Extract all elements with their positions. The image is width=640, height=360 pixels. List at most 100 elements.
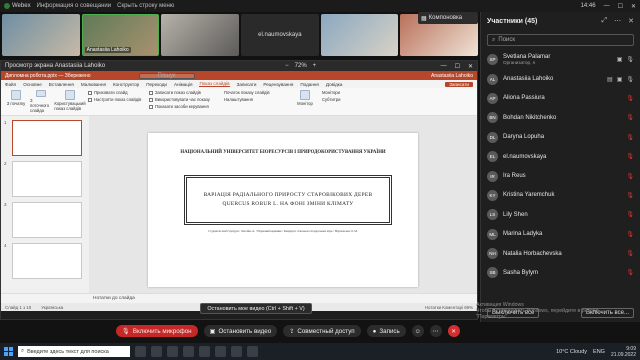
participant-row[interactable]: AL Anastasiia Lahoiko ▤ ▣ 🎙 [481,69,640,88]
slide-thumbnail[interactable]: 4 [4,243,86,279]
tab-review[interactable]: Рецензування [263,82,293,87]
weather-widget[interactable]: 10°C Cloudy [556,349,587,355]
slide-thumbnail[interactable]: 1 [4,120,86,156]
monitor-button[interactable]: Монітор [291,90,319,113]
participant-row[interactable]: IR Ira Reus 🎙 [481,166,640,185]
tab-draw[interactable]: Малювання [81,82,106,87]
participant-row[interactable]: DL Daryna Lopuha 🎙 [481,128,640,147]
participant-row[interactable]: EL el.naumovskaya 🎙 [481,147,640,166]
ribbon-label: Монітор [297,101,313,106]
participant-row[interactable]: AP Aliona Passiura 🎙 [481,89,640,108]
tab-file[interactable]: Файл [5,82,16,87]
more-options-icon[interactable]: ⋯ [614,17,621,25]
zoom-out-icon[interactable]: − [285,63,289,69]
share-maximize-icon[interactable]: ☐ [455,63,460,70]
taskbar-app-icon[interactable] [215,346,226,357]
tab-design[interactable]: Конструктор [113,82,139,87]
mic-muted-icon[interactable]: 🎙 [626,173,634,180]
maximize-icon[interactable]: ☐ [618,3,623,10]
from-current-button[interactable]: З поточного слайда [30,90,52,113]
participant-row[interactable]: LS Lily Shen 🎙 [481,205,640,224]
tab-help[interactable]: Довідка [326,82,343,87]
participant-row[interactable]: ML Marina Ladyka 🎙 [481,225,640,244]
share-minimize-icon[interactable]: — [441,63,447,70]
share-button[interactable]: ⇪ Совместный доступ [283,325,361,337]
tab-transitions[interactable]: Переходи [146,82,167,87]
slide-notes[interactable]: Нотатки до слайда [1,293,477,303]
participant-search[interactable]: ⌕ Поиск [487,34,634,46]
language-indicator[interactable]: ENG [593,349,605,355]
meeting-info-button[interactable]: Информация о совещании [37,3,112,9]
tab-animations[interactable]: Анімація [174,82,192,87]
tab-view[interactable]: Подання [300,82,319,87]
popout-icon[interactable]: ⤢ [602,17,608,25]
mic-muted-icon[interactable]: 🎙 [626,95,634,102]
share-close-icon[interactable]: ✕ [468,63,473,70]
zoom-in-icon[interactable]: + [313,63,317,69]
slide-thumbnail[interactable]: 3 [4,202,86,238]
mic-muted-icon[interactable]: 🎙 [626,231,634,238]
video-tile[interactable] [320,14,399,56]
taskbar-app-icon[interactable] [231,346,242,357]
stop-video-button[interactable]: ▣ Остановить видео [203,325,278,337]
layout-button[interactable]: ▦ Компоновка [418,12,478,24]
taskbar-app-icon[interactable] [167,346,178,357]
mic-muted-icon[interactable]: 🎙 [626,269,634,276]
unmute-button[interactable]: 🎙 Включить микрофон [116,325,198,337]
slide-canvas[interactable]: НАЦІОНАЛЬНИЙ УНІВЕРСИТЕТ БІОРЕСУРСІВ І П… [89,116,477,303]
participant-row[interactable]: BN Bohdan Nikitchenko 🎙 [481,108,640,127]
video-tile[interactable] [2,14,80,56]
tab-slideshow[interactable]: Показ слайдів [199,81,230,87]
windows-start-icon[interactable] [4,347,13,356]
video-tile[interactable]: el.naumovskaya [241,14,319,56]
ppt-record-button[interactable]: Записати [445,81,473,87]
record-button[interactable]: ● Запись [366,325,406,337]
from-beginning-button[interactable]: З початку [5,90,27,113]
mic-muted-icon[interactable]: 🎙 [626,211,634,218]
tab-record[interactable]: Записати [237,82,257,87]
participant-row[interactable]: SP Svetlana Palamar Организатор, я ▣ 🎙 [481,50,640,69]
slide-thumbnail[interactable]: 2 [4,161,86,197]
use-timings-option[interactable]: Використовувати час показу [149,97,221,102]
language-status[interactable]: Українська [41,305,63,310]
minimize-icon[interactable]: — [604,3,610,9]
leave-button[interactable]: ✕ [447,325,460,337]
participant-row[interactable]: SB Sasha Bylym 🎙 [481,263,640,282]
mic-muted-icon[interactable]: 🎙 [626,250,634,257]
taskbar-app-icon[interactable] [135,346,146,357]
current-slide[interactable]: НАЦІОНАЛЬНИЙ УНІВЕРСИТЕТ БІОРЕСУРСІВ І П… [148,132,418,287]
status-right[interactable]: Нотатки Коментарі 69% [425,305,473,310]
mic-muted-icon[interactable]: 🎙 [626,192,634,199]
webex-app[interactable]: Webex [4,3,31,9]
custom-show-button[interactable]: Користувацький показ слайдів [54,90,86,113]
show-controls-option[interactable]: Показати засоби керування [149,104,221,109]
tab-home[interactable]: Основне [23,82,42,87]
panel-close-icon[interactable]: ✕ [628,17,634,25]
ppt-search[interactable]: Пошук [138,72,195,79]
more-button[interactable]: ⋯ [429,325,442,337]
hide-slide-option[interactable]: Приховати слайд [88,90,146,95]
taskbar-app-icon[interactable] [183,346,194,357]
hide-menu-bar-button[interactable]: Скрыть строку меню [117,3,174,9]
ppt-user[interactable]: Anastasiia Lahoiko [431,73,473,79]
mic-muted-icon[interactable]: 🎙 [626,153,634,160]
slide-title-frame[interactable]: ВАРІАЦІЯ РАДІАЛЬНОГО ПРИРОСТУ СТАРОВІКОВ… [184,174,392,225]
taskbar-app-icon[interactable] [247,346,258,357]
participant-row[interactable]: NH Natalia Horbachevska 🎙 [481,244,640,263]
setup-show-option[interactable]: Настроїти показ слайдів [88,97,146,102]
close-icon[interactable]: ✕ [631,3,636,10]
participant-row[interactable]: KY Kristina Yaremchuk 🎙 [481,186,640,205]
reactions-button[interactable]: ☺ [411,325,424,337]
taskbar-search[interactable]: ⌕ Введите здесь текст для поиска [18,346,130,357]
mic-muted-icon[interactable]: 🎙 [626,114,634,121]
taskbar-app-icon[interactable] [151,346,162,357]
mic-muted-icon[interactable]: 🎙 [626,134,634,141]
video-tile[interactable]: Anastasiia Lahoiko [81,14,160,56]
record-show-option[interactable]: Записати показ слайдів [149,90,221,95]
mic-icon[interactable]: 🎙 [626,76,634,83]
tab-insert[interactable]: Вставлення [49,82,74,87]
video-tile[interactable] [161,14,240,56]
taskbar-app-icon[interactable] [199,346,210,357]
mic-icon[interactable]: 🎙 [626,56,634,63]
clock[interactable]: 9:09 21.09.2022 [611,346,636,358]
